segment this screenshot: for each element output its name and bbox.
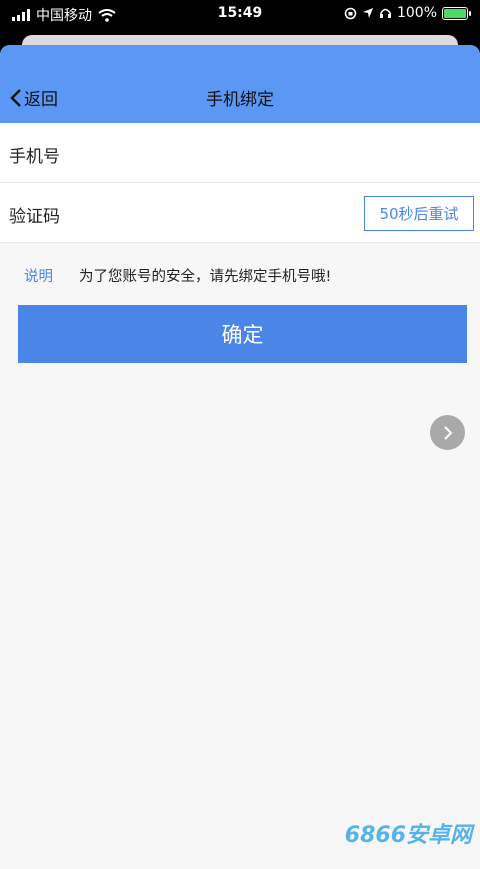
nav-bar: 返回 手机绑定 [0,45,480,123]
watermark-logo: 6866安卓网 [344,823,472,848]
bind-phone-sheet: 返回 手机绑定 手机号 验证码 50秒后重试 说明 为了您账号的安全，请先绑定手… [0,45,480,869]
code-input[interactable] [80,193,354,233]
page-title: 手机绑定 [206,90,274,110]
phone-row: 手机号 [0,123,480,183]
battery-percent: 100% [396,5,437,21]
confirm-button[interactable]: 确定 [18,305,467,363]
location-icon [362,8,373,18]
floating-next-button[interactable] [430,415,465,450]
resend-code-button[interactable]: 50秒后重试 [364,196,474,231]
note-tag: 说明 [24,269,53,285]
status-right: 100% [344,5,471,21]
note-text: 为了您账号的安全，请先绑定手机号哦! [79,269,332,285]
battery-icon [442,6,471,20]
note: 说明 为了您账号的安全，请先绑定手机号哦! [0,260,480,290]
code-row: 验证码 50秒后重试 [0,183,480,243]
rotation-lock-icon [344,7,357,19]
chevron-right-icon [443,425,452,440]
headphones-icon [379,8,391,18]
status-bar: 中国移动 15:49 100% [0,0,480,28]
phone-label: 手机号 [9,147,60,167]
code-label: 验证码 [9,207,60,227]
phone-input[interactable] [80,133,354,173]
